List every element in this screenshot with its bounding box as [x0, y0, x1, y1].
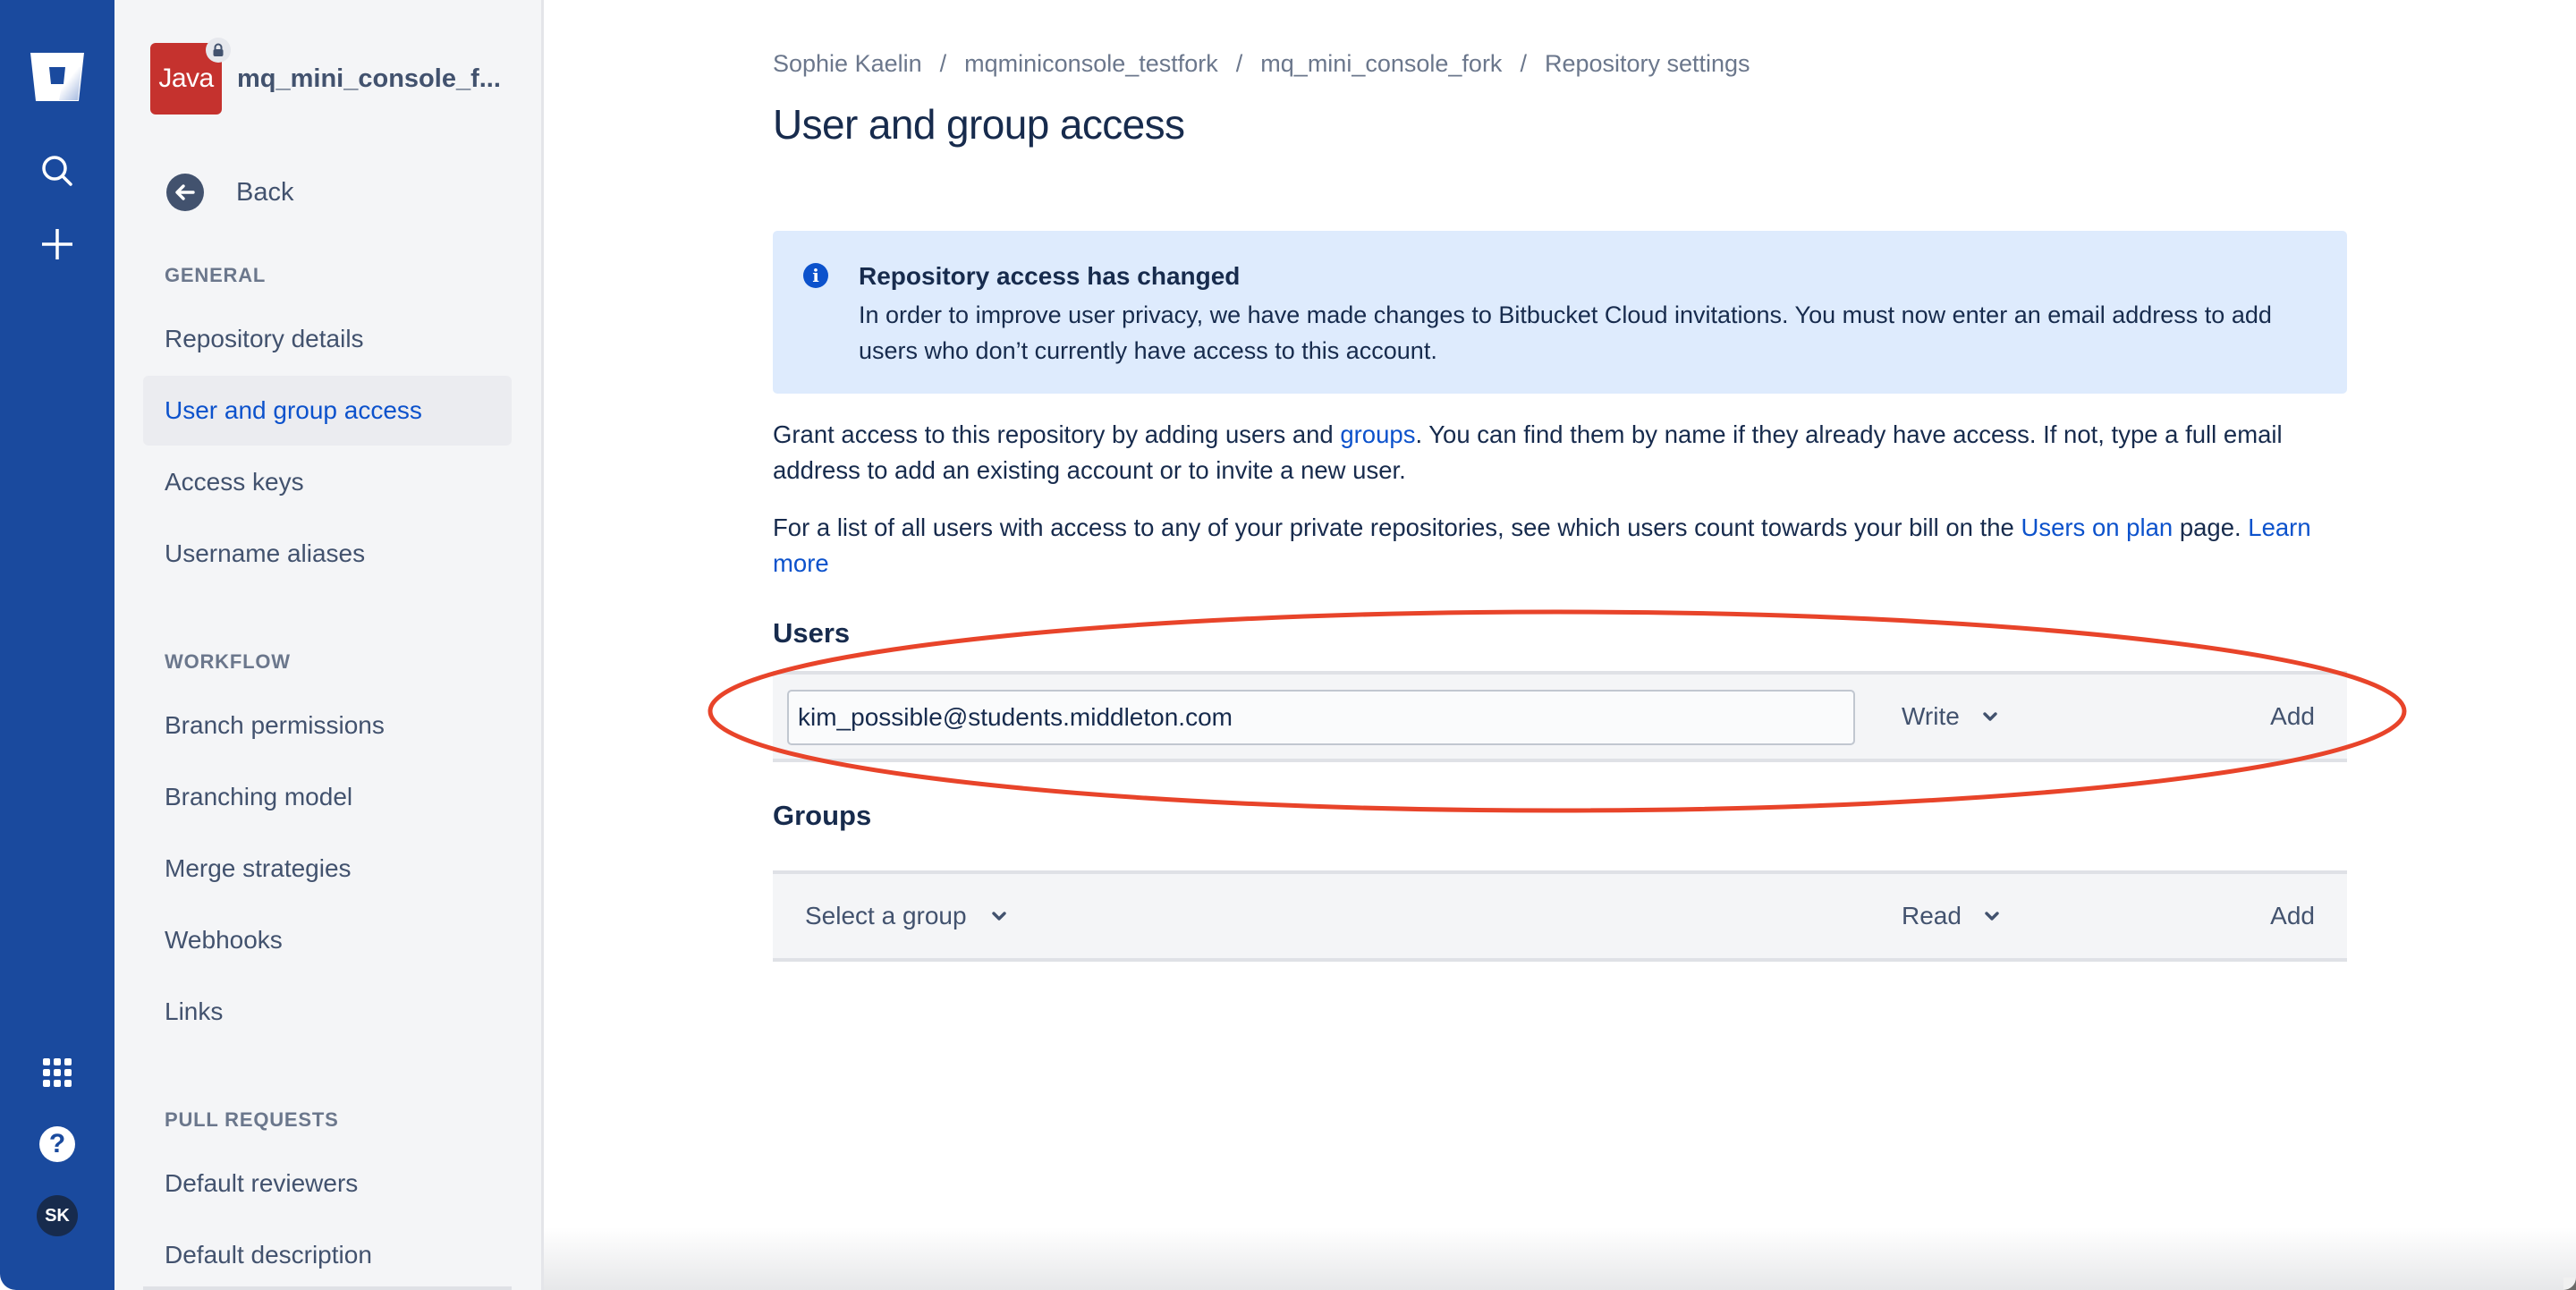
sidebar-item-branching-model[interactable]: Branching model [143, 762, 512, 832]
groups-heading: Groups [773, 800, 872, 831]
group-permission-select[interactable]: Read [1902, 874, 1999, 958]
sidebar-item-default-reviewers[interactable]: Default reviewers [143, 1149, 512, 1218]
sidebar-item-merge-strategies[interactable]: Merge strategies [143, 834, 512, 904]
user-permission-value: Write [1902, 702, 1960, 730]
breadcrumb-separator: / [939, 50, 947, 77]
profile-avatar[interactable]: SK [0, 1193, 114, 1238]
repo-avatar-label: Java [158, 64, 214, 93]
group-permission-value: Read [1902, 902, 1962, 929]
profile-initials: SK [37, 1195, 78, 1236]
arrow-left-icon [166, 174, 204, 211]
add-user-row: Write Add [773, 671, 2347, 762]
repo-name[interactable]: mq_mini_console_f... [237, 64, 501, 94]
global-navigation: ? SK [0, 0, 114, 1290]
add-group-button[interactable]: Add [2270, 874, 2315, 958]
breadcrumb-separator: / [1235, 50, 1243, 77]
billing-paragraph: For a list of all users with access to a… [773, 510, 2356, 581]
repo-avatar: Java [150, 38, 231, 115]
section-heading-general: GENERAL [165, 264, 267, 286]
back-button[interactable]: Back [166, 174, 293, 211]
back-label: Back [236, 177, 294, 207]
lock-icon [206, 38, 231, 63]
chevron-down-icon [1983, 711, 1997, 722]
billing-text: For a list of all users with access to a… [773, 513, 2021, 541]
breadcrumb: Sophie Kaelin / mqminiconsole_testfork /… [773, 50, 1750, 78]
info-banner: i Repository access has changed In order… [773, 231, 2347, 394]
sidebar-item-username-aliases[interactable]: Username aliases [143, 519, 512, 589]
window-bottom-shadow [544, 1227, 2576, 1290]
users-on-plan-link[interactable]: Users on plan [2021, 513, 2174, 541]
chevron-down-icon [991, 911, 1006, 921]
settings-sidebar: Java mq_mini_console_f... Back GENERAL R… [114, 0, 544, 1290]
users-heading: Users [773, 617, 851, 649]
help-glyph: ? [39, 1126, 75, 1162]
group-select[interactable]: Select a group [805, 874, 1006, 958]
breadcrumb-item-repository-settings[interactable]: Repository settings [1545, 50, 1750, 78]
add-user-button[interactable]: Add [2270, 675, 2315, 759]
user-permission-select[interactable]: Write [1902, 675, 1997, 759]
add-group-row: Select a group Read Add [773, 870, 2347, 962]
sidebar-item-access-keys[interactable]: Access keys [143, 447, 512, 517]
banner-body: In order to improve user privacy, we hav… [859, 301, 2272, 364]
create-plus-icon[interactable] [0, 222, 114, 267]
billing-text: page. [2173, 513, 2249, 541]
sidebar-item-default-description[interactable]: Default description [143, 1220, 512, 1290]
breadcrumb-item-project[interactable]: mqminiconsole_testfork [964, 50, 1218, 78]
sidebar-scroll-divider [143, 1286, 512, 1290]
user-email-input[interactable] [787, 690, 1855, 745]
breadcrumb-separator: / [1520, 50, 1527, 77]
intro-text: Grant access to this repository by addin… [773, 420, 1341, 448]
sidebar-item-user-and-group-access[interactable]: User and group access [143, 376, 512, 446]
group-select-placeholder: Select a group [805, 902, 967, 929]
chevron-down-icon [1985, 911, 1999, 921]
help-icon[interactable]: ? [0, 1122, 114, 1167]
section-heading-pull-requests: PULL REQUESTS [165, 1108, 339, 1131]
groups-link[interactable]: groups [1340, 420, 1415, 448]
bitbucket-logo-icon[interactable] [0, 50, 114, 104]
app-switcher-icon[interactable] [0, 1050, 114, 1095]
sidebar-item-repository-details[interactable]: Repository details [143, 304, 512, 374]
page-title: User and group access [773, 101, 1185, 148]
sidebar-item-branch-permissions[interactable]: Branch permissions [143, 691, 512, 760]
search-icon[interactable] [0, 149, 114, 193]
info-icon: i [803, 263, 828, 288]
repo-header[interactable]: Java mq_mini_console_f... [150, 38, 501, 115]
section-heading-workflow: WORKFLOW [165, 650, 291, 673]
breadcrumb-item-workspace[interactable]: Sophie Kaelin [773, 50, 922, 78]
intro-paragraph: Grant access to this repository by addin… [773, 417, 2356, 488]
breadcrumb-item-repository[interactable]: mq_mini_console_fork [1260, 50, 1502, 78]
banner-title: Repository access has changed [859, 262, 1241, 290]
sidebar-item-links[interactable]: Links [143, 977, 512, 1047]
sidebar-item-webhooks[interactable]: Webhooks [143, 905, 512, 975]
